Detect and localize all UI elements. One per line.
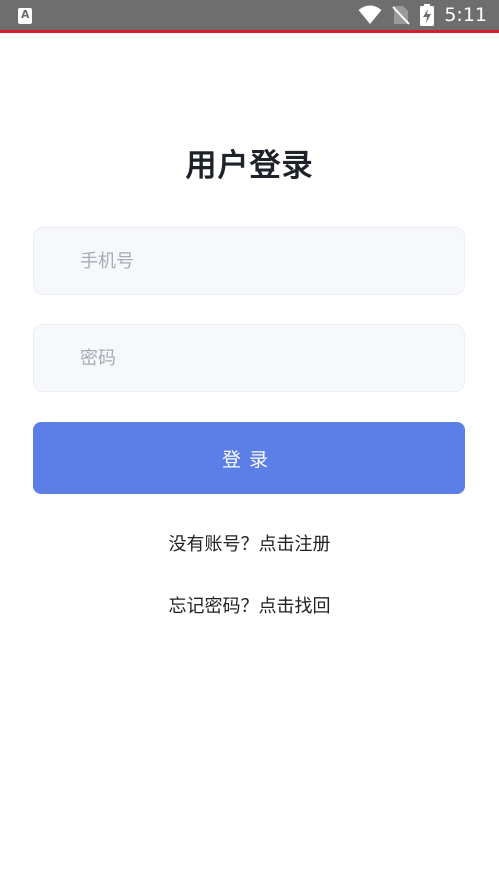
login-button[interactable]: 登录 <box>33 422 465 494</box>
password-field[interactable] <box>33 324 465 392</box>
status-time: 5:11 <box>444 4 487 26</box>
forgot-password-link[interactable]: 忘记密码？点击找回 <box>0 592 499 618</box>
wifi-icon <box>358 5 382 24</box>
status-icons: 5:11 <box>358 0 487 30</box>
page-title: 用户登录 <box>185 148 314 184</box>
a-icon <box>18 8 32 24</box>
password-input[interactable] <box>34 325 464 391</box>
status-bar: 5:11 <box>0 0 499 33</box>
no-sim-icon <box>392 6 411 25</box>
battery-charging-icon <box>420 4 435 26</box>
register-link[interactable]: 没有账号？点击注册 <box>0 530 499 556</box>
phone-field[interactable] <box>33 227 465 295</box>
phone-input[interactable] <box>34 228 464 294</box>
